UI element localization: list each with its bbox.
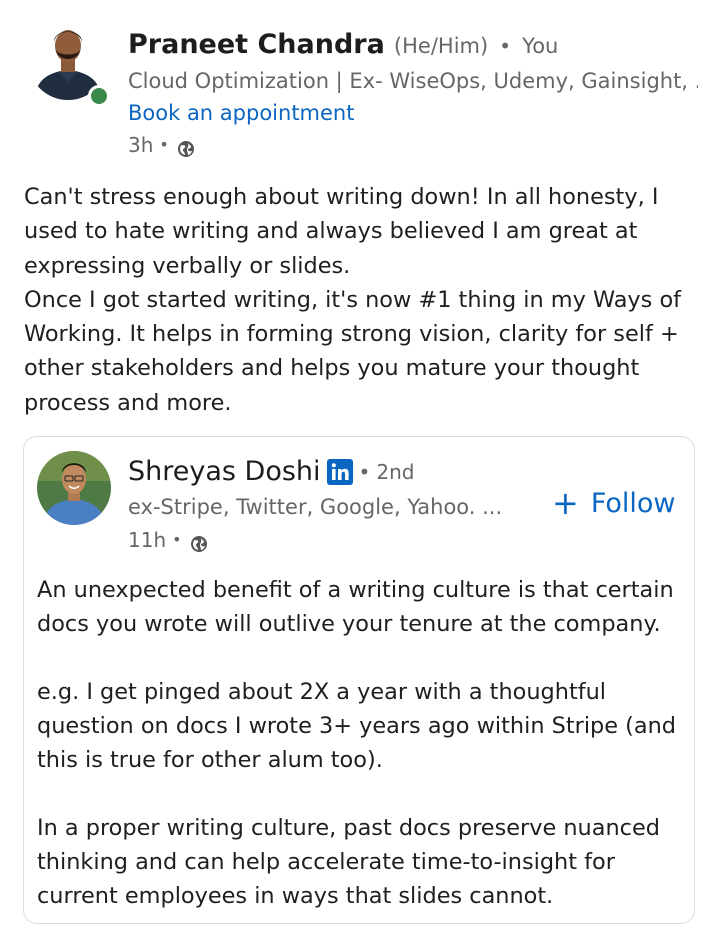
follow-button[interactable]: + Follow (550, 483, 678, 523)
separator-dot: • (499, 34, 512, 58)
separator-dot: • (159, 135, 169, 154)
shared-post-meta: 11h • (128, 525, 208, 555)
post-paragraph: Once I got started writing, it's now #1 … (24, 286, 682, 416)
author-connection-degree: You (522, 34, 559, 58)
author-name[interactable]: Praneet Chandra (128, 29, 385, 60)
globe-icon (190, 531, 208, 552)
shared-author-headline: ex-Stripe, Twitter, Google, Yahoo. ... (128, 495, 503, 519)
book-appointment-link[interactable]: Book an appointment (128, 98, 354, 128)
post-meta: 3h • (128, 130, 195, 160)
shared-post-text: An unexpected benefit of a writing cultu… (37, 573, 687, 913)
separator-dot: • (172, 530, 182, 549)
online-status-icon (88, 85, 110, 107)
shared-paragraph: In a proper writing culture, past docs p… (37, 815, 660, 909)
author-name-line: Praneet Chandra (He/Him) • You (128, 28, 558, 65)
author-pronouns: (He/Him) (393, 34, 489, 58)
shared-author-name-line: Shreyas Doshi • 2nd (128, 455, 414, 489)
feed-post: Praneet Chandra (He/Him) • You Cloud Opt… (0, 0, 720, 945)
shared-post-card[interactable]: Shreyas Doshi • 2nd ex-Stripe, Twitter, … (23, 436, 695, 924)
shared-paragraph: An unexpected benefit of a writing cultu… (37, 577, 674, 637)
follow-label: Follow (590, 487, 676, 519)
plus-icon: + (552, 484, 579, 522)
linkedin-icon (326, 459, 353, 485)
author-headline: Cloud Optimization | Ex- WiseOps, Udemy,… (128, 69, 698, 93)
post-paragraph: Can't stress enough about writing down! … (24, 184, 659, 279)
shared-post-time: 11h (128, 528, 167, 552)
shared-connection-degree: 2nd (376, 460, 415, 484)
shared-author-name[interactable]: Shreyas Doshi (128, 455, 321, 489)
globe-icon (177, 136, 195, 157)
separator-dot: • (358, 460, 371, 484)
shared-author-avatar[interactable] (37, 451, 111, 525)
post-text: Can't stress enough about writing down! … (24, 180, 704, 420)
shared-paragraph: e.g. I get pinged about 2X a year with a… (37, 679, 677, 773)
post-time: 3h (128, 133, 154, 157)
